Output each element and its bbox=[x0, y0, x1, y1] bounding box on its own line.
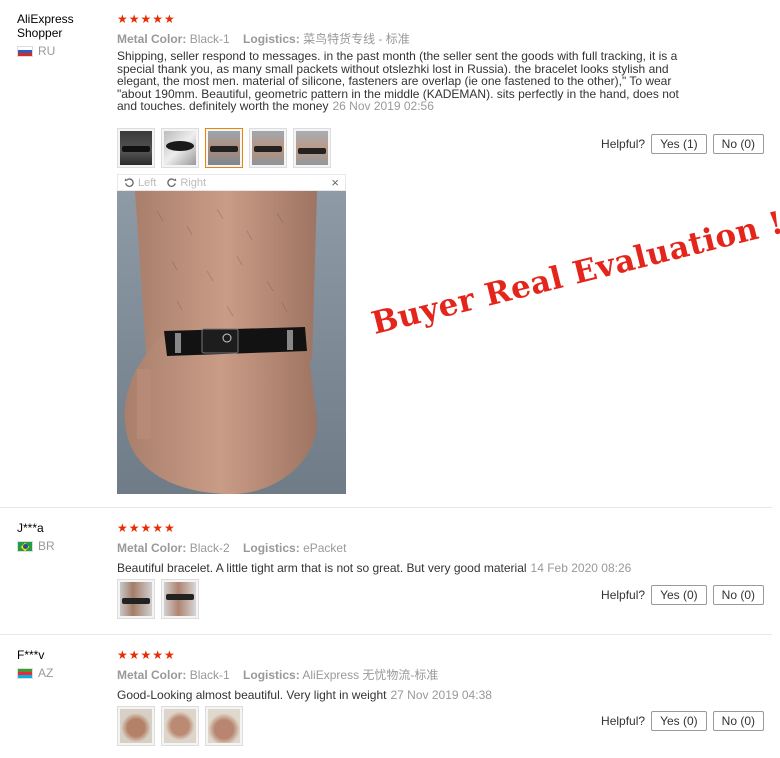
star-rating: ★★★★★ bbox=[117, 648, 176, 662]
rotate-right-icon bbox=[167, 178, 177, 187]
helpful-label: Helpful? bbox=[601, 137, 646, 151]
photo-viewer-toolbar: Left Right × bbox=[117, 174, 346, 191]
country-code: BR bbox=[38, 539, 55, 553]
logistics-value: AliExpress 无忧物流-标准 bbox=[302, 668, 439, 682]
reviewer-info: F***v AZ bbox=[17, 648, 109, 680]
flag-ru-icon bbox=[17, 45, 33, 57]
helpful-controls: Helpful? Yes (0) No (0) bbox=[601, 585, 764, 605]
helpful-no-button[interactable]: No (0) bbox=[712, 585, 764, 605]
review-date: 14 Feb 2020 08:26 bbox=[530, 561, 632, 575]
logistics-label: Logistics: bbox=[243, 668, 300, 682]
close-icon[interactable]: × bbox=[331, 175, 339, 190]
rotate-left-icon bbox=[124, 178, 134, 187]
review-content: ★★★★★ Metal Color: Black-1 Logistics: 菜鸟… bbox=[117, 12, 767, 113]
helpful-no-button[interactable]: No (0) bbox=[712, 711, 764, 731]
review-item: F***v AZ ★★★★★ Metal Color: Black-1 Logi… bbox=[0, 636, 772, 758]
rotate-right-label: Right bbox=[180, 176, 207, 189]
review-photos bbox=[117, 579, 199, 619]
review-photo-thumb[interactable] bbox=[161, 706, 199, 746]
logistics-label: Logistics: bbox=[243, 32, 300, 46]
review-text: Shipping, seller respond to messages. in… bbox=[117, 50, 697, 113]
helpful-label: Helpful? bbox=[601, 714, 646, 728]
star-rating: ★★★★★ bbox=[117, 521, 176, 535]
metal-color-value: Black-2 bbox=[189, 541, 230, 555]
helpful-controls: Helpful? Yes (1) No (0) bbox=[601, 134, 764, 154]
review-photos bbox=[117, 128, 331, 168]
rotate-left-button[interactable]: Left bbox=[124, 177, 156, 189]
review-text: Beautiful bracelet. A little tight arm t… bbox=[117, 562, 697, 575]
metal-color-value: Black-1 bbox=[189, 668, 230, 682]
helpful-label: Helpful? bbox=[601, 588, 646, 602]
review-date: 26 Nov 2019 02:56 bbox=[332, 99, 434, 114]
logistics-value: 菜鸟特货专线 - 标准 bbox=[303, 32, 410, 46]
metal-color-label: Metal Color: bbox=[117, 541, 187, 555]
country-code: RU bbox=[38, 44, 56, 58]
reviewer-name: AliExpress Shopper bbox=[17, 12, 74, 40]
review-text: Good-Looking almost beautiful. Very ligh… bbox=[117, 689, 697, 702]
helpful-controls: Helpful? Yes (0) No (0) bbox=[601, 711, 764, 731]
review-photo-thumb[interactable] bbox=[117, 579, 155, 619]
photo-viewer: Left Right × bbox=[117, 174, 346, 494]
watermark-text: Buyer Real Evaluation ! bbox=[368, 204, 780, 342]
review-photo-thumb-selected[interactable] bbox=[205, 128, 243, 168]
review-meta: Metal Color: Black-1 Logistics: AliExpre… bbox=[117, 668, 767, 682]
flag-br-icon bbox=[17, 540, 33, 552]
review-body: Beautiful bracelet. A little tight arm t… bbox=[117, 561, 527, 575]
rotate-right-button[interactable]: Right bbox=[166, 177, 206, 189]
helpful-yes-button[interactable]: Yes (0) bbox=[651, 585, 707, 605]
flag-az-icon bbox=[17, 667, 33, 679]
metal-color-value: Black-1 bbox=[189, 32, 230, 46]
metal-color-label: Metal Color: bbox=[117, 32, 187, 46]
review-photos bbox=[117, 706, 243, 746]
review-photo-thumb[interactable] bbox=[117, 128, 155, 168]
reviewer-info: AliExpress Shopper RU bbox=[17, 12, 109, 58]
review-photo-thumb[interactable] bbox=[161, 128, 199, 168]
review-photo-thumb[interactable] bbox=[117, 706, 155, 746]
logistics-value: ePacket bbox=[303, 541, 347, 555]
country-code: AZ bbox=[38, 666, 54, 680]
review-item: J***a BR ★★★★★ Metal Color: Black-2 Logi… bbox=[0, 509, 772, 635]
reviewer-info: J***a BR bbox=[17, 521, 109, 553]
logistics-label: Logistics: bbox=[243, 541, 300, 555]
reviewer-country: RU bbox=[17, 44, 109, 58]
review-content: ★★★★★ Metal Color: Black-2 Logistics: eP… bbox=[117, 521, 767, 575]
review-photo-large bbox=[117, 191, 346, 494]
review-photo-thumb[interactable] bbox=[249, 128, 287, 168]
review-photo-thumb[interactable] bbox=[161, 579, 199, 619]
review-meta: Metal Color: Black-1 Logistics: 菜鸟特货专线 -… bbox=[117, 32, 767, 46]
reviewer-country: AZ bbox=[17, 666, 109, 680]
rotate-left-label: Left bbox=[138, 176, 157, 189]
helpful-yes-button[interactable]: Yes (1) bbox=[651, 134, 707, 154]
review-meta: Metal Color: Black-2 Logistics: ePacket bbox=[117, 541, 767, 555]
review-body: Good-Looking almost beautiful. Very ligh… bbox=[117, 688, 387, 702]
star-rating: ★★★★★ bbox=[117, 12, 176, 26]
helpful-no-button[interactable]: No (0) bbox=[712, 134, 764, 154]
review-content: ★★★★★ Metal Color: Black-1 Logistics: Al… bbox=[117, 648, 767, 702]
reviewer-country: BR bbox=[17, 539, 109, 553]
reviewer-name: J***a bbox=[17, 521, 44, 535]
helpful-yes-button[interactable]: Yes (0) bbox=[651, 711, 707, 731]
reviewer-name: F***v bbox=[17, 648, 45, 662]
review-date: 27 Nov 2019 04:38 bbox=[390, 688, 492, 702]
metal-color-label: Metal Color: bbox=[117, 668, 187, 682]
review-photo-thumb[interactable] bbox=[205, 706, 243, 746]
review-item: AliExpress Shopper RU ★★★★★ Metal Color:… bbox=[0, 0, 780, 508]
review-photo-thumb[interactable] bbox=[293, 128, 331, 168]
